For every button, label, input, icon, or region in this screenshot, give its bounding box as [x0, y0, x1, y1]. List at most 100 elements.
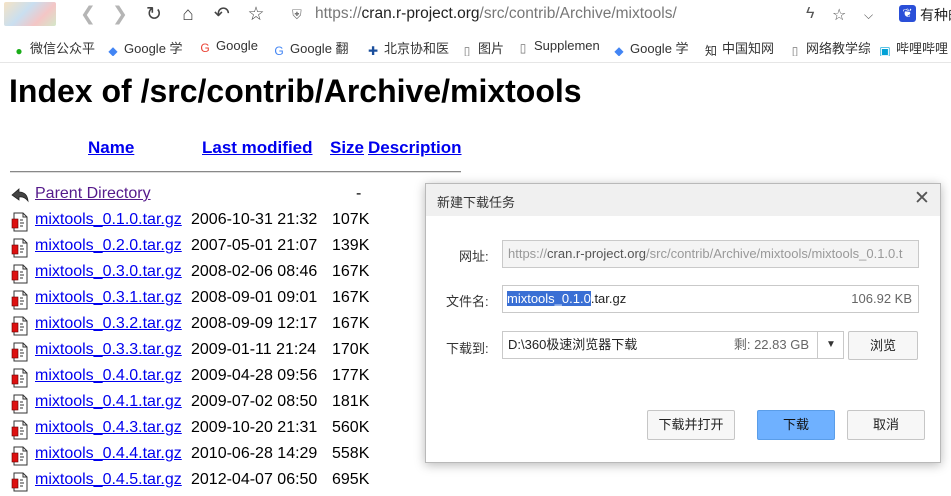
site-info-icon[interactable]: ⛨	[292, 7, 306, 22]
download-button[interactable]: 下载	[757, 410, 835, 440]
file-date: 2008-09-09 12:17	[191, 315, 318, 332]
bookmark-item[interactable]: ▯ 图片	[460, 38, 506, 56]
new-download-dialog: 新建下载任务 ✕ 网址: https://cran.r-project.org/…	[425, 183, 941, 463]
file-link[interactable]: mixtools_0.3.0.tar.gz	[35, 263, 182, 281]
reload-icon[interactable]: ↻	[142, 4, 166, 26]
file-link[interactable]: mixtools_0.4.0.tar.gz	[35, 367, 182, 385]
bookmark-item[interactable]: ✚ 北京协和医	[366, 38, 450, 56]
save-path-dropdown-arrow[interactable]: ▼	[817, 332, 843, 358]
compressed-file-icon	[11, 238, 28, 258]
bookmark-item[interactable]: G Google	[198, 38, 262, 56]
header-divider	[10, 171, 461, 173]
file-size: 107K	[332, 211, 370, 228]
file-size: 167K	[332, 315, 370, 332]
compressed-file-icon	[11, 420, 28, 440]
address-bar[interactable]: https://cran.r-project.org/src/contrib/A…	[315, 5, 677, 23]
browse-button[interactable]: 浏览	[848, 331, 918, 360]
compressed-file-icon	[11, 394, 28, 414]
bookmark-label: Supplemen	[534, 38, 600, 53]
column-header-name[interactable]: Name	[88, 138, 134, 158]
scholar-icon: ◆	[108, 44, 118, 56]
file-date: 2009-10-20 21:31	[191, 419, 318, 436]
bookmark-item[interactable]: ◆ Google 学	[612, 38, 694, 56]
column-header-size[interactable]: Size	[330, 138, 364, 158]
baidu-paw-icon[interactable]: ❦	[899, 5, 916, 22]
file-link[interactable]: mixtools_0.4.4.tar.gz	[35, 445, 182, 463]
parent-directory-link[interactable]: Parent Directory	[35, 185, 151, 203]
bookmark-star-icon[interactable]: ☆	[832, 5, 846, 25]
file-link[interactable]: mixtools_0.3.1.tar.gz	[35, 289, 182, 307]
file-date: 2009-01-11 21:24	[191, 341, 317, 358]
file-date: 2009-07-02 08:50	[191, 393, 318, 410]
back-icon[interactable]: ❮	[76, 4, 100, 26]
bookmark-item[interactable]: ▣ 哔哩哔哩	[878, 38, 950, 56]
forward-icon[interactable]: ❯	[108, 4, 132, 26]
file-link[interactable]: mixtools_0.4.5.tar.gz	[35, 471, 182, 489]
google-icon: G	[200, 41, 210, 55]
file-date: 2009-04-28 09:56	[191, 367, 318, 384]
bookmark-item[interactable]: ▯ 网络教学综	[788, 38, 870, 56]
home-icon[interactable]: ⌂	[176, 4, 200, 26]
bookmark-label: Google 学	[124, 41, 183, 56]
compressed-file-icon	[11, 342, 28, 362]
file-size: 560K	[332, 419, 370, 436]
url-label: 网址:	[459, 249, 489, 264]
undo-icon[interactable]: ↶	[210, 4, 234, 26]
bookmark-item[interactable]: ▯ Supplemen	[516, 38, 602, 56]
user-label[interactable]: 有种的	[920, 5, 951, 25]
column-header-last-modified[interactable]: Last modified	[202, 138, 313, 158]
bookmark-label: 北京协和医	[384, 41, 450, 56]
file-size: 167K	[332, 263, 370, 280]
filename-label: 文件名:	[446, 294, 489, 309]
bookmark-item[interactable]: ◆ Google 学	[106, 38, 188, 56]
bookmark-label: 网络教学综	[806, 41, 870, 56]
file-link[interactable]: mixtools_0.3.2.tar.gz	[35, 315, 182, 333]
pumch-icon: ✚	[367, 44, 379, 56]
bilibili-icon: ▣	[879, 44, 891, 56]
bookmark-item[interactable]: G Google 翻	[272, 38, 356, 56]
chevron-down-icon[interactable]: ⌵	[864, 8, 873, 23]
lightning-icon[interactable]: ϟ	[806, 5, 814, 23]
bookmark-label: 哔哩哔哩	[896, 41, 949, 56]
cancel-button[interactable]: 取消	[847, 410, 925, 440]
file-date: 2007-05-01 21:07	[191, 237, 318, 254]
page-icon: ▯	[519, 41, 527, 55]
file-date: 2010-06-28 14:29	[191, 445, 318, 462]
bookmark-label: 微信公众平	[30, 41, 96, 56]
file-date: 2012-04-07 06:50	[191, 471, 318, 488]
download-url-field[interactable]: https://cran.r-project.org/src/contrib/A…	[502, 240, 919, 268]
file-link[interactable]: mixtools_0.3.3.tar.gz	[35, 341, 182, 359]
file-link[interactable]: mixtools_0.4.1.tar.gz	[35, 393, 182, 411]
bookmark-item[interactable]: 知中国知网	[704, 38, 778, 56]
file-size: 139K	[332, 237, 370, 254]
compressed-file-icon	[11, 290, 28, 310]
file-size: 167K	[332, 289, 370, 306]
file-date: 2008-02-06 08:46	[191, 263, 318, 280]
compressed-file-icon	[11, 264, 28, 284]
tab-thumbnail[interactable]	[4, 2, 56, 26]
bookmark-label: 图片	[478, 41, 505, 56]
bookmark-item[interactable]: ● 微信公众平	[12, 38, 96, 56]
download-and-open-button[interactable]: 下载并打开	[647, 410, 735, 440]
back-folder-icon	[11, 188, 29, 203]
compressed-file-icon	[11, 368, 28, 388]
star-icon[interactable]: ☆	[244, 4, 268, 26]
bookmark-label: Google 学	[630, 41, 689, 56]
compressed-file-icon	[11, 472, 28, 492]
bookmark-label: 中国知网	[722, 41, 775, 56]
save-path-field[interactable]: D:\360极速浏览器下载 剩: 22.83 GB ▼	[502, 331, 844, 359]
wechat-icon: ●	[15, 44, 23, 56]
bookmark-label: Google 翻	[290, 41, 349, 56]
cnki-icon: 知	[704, 44, 717, 56]
file-link[interactable]: mixtools_0.1.0.tar.gz	[35, 211, 182, 229]
column-header-description[interactable]: Description	[368, 138, 462, 158]
bookmarks-bar: ● 微信公众平 ◆ Google 学 G Google G Google 翻 ✚ 北京协和医 ▯ 图片…	[0, 30, 951, 63]
close-icon[interactable]: ✕	[911, 188, 933, 210]
file-link[interactable]: mixtools_0.2.0.tar.gz	[35, 237, 182, 255]
file-link[interactable]: mixtools_0.4.3.tar.gz	[35, 419, 182, 437]
bookmark-label: Google	[216, 38, 258, 53]
page-icon: ▯	[463, 44, 471, 56]
page-title: Index of /src/contrib/Archive/mixtools	[9, 73, 582, 109]
filesize-text: 106.92 KB	[851, 291, 912, 306]
filename-field[interactable]: mixtools_0.1.0.tar.gz 106.92 KB	[502, 285, 919, 313]
